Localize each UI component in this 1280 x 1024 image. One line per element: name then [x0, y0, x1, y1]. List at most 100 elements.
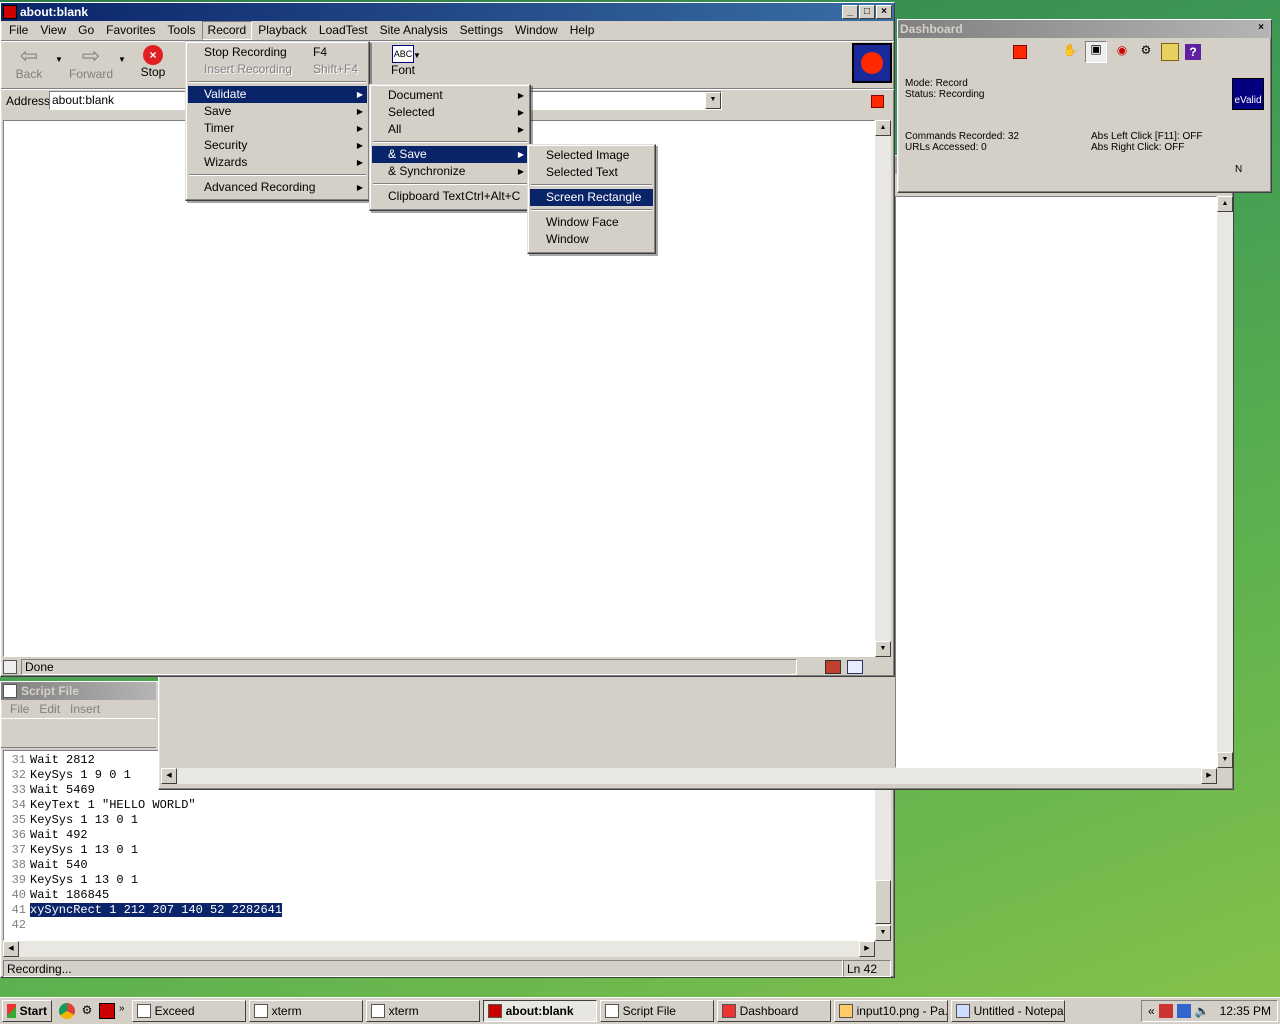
- properties-icon[interactable]: ⚙: [1137, 43, 1155, 61]
- menu-tools[interactable]: Tools: [162, 22, 202, 39]
- task-dashboard[interactable]: Dashboard: [716, 1000, 831, 1022]
- task-xterm-1[interactable]: xterm: [248, 1000, 363, 1022]
- record-indicator-icon[interactable]: [852, 43, 892, 83]
- task-about-blank[interactable]: about:blank: [482, 1000, 597, 1022]
- help-icon[interactable]: ?: [1185, 44, 1201, 60]
- tray-app-icon[interactable]: [1158, 1004, 1173, 1018]
- main-title-bar[interactable]: about:blank _ □ ×: [1, 3, 894, 21]
- record-menu-stop-recording[interactable]: Stop Recording F4: [188, 44, 367, 61]
- quicklaunch-more-icon[interactable]: »: [119, 1003, 125, 1019]
- record-menu-validate[interactable]: Validate ▶: [188, 86, 367, 103]
- menu-help[interactable]: Help: [564, 22, 601, 39]
- tray-network-icon[interactable]: [1176, 1004, 1191, 1018]
- script-menu-file[interactable]: File: [5, 702, 34, 716]
- menu-settings[interactable]: Settings: [454, 22, 509, 39]
- main-vscroll-up[interactable]: ▲: [875, 120, 891, 136]
- main-close-button[interactable]: ×: [876, 5, 892, 19]
- record-menu-insert-recording: Insert Recording Shift+F4: [188, 61, 367, 78]
- main-vscroll[interactable]: ▲ ▼: [875, 120, 891, 657]
- save-menu-selected-image[interactable]: Selected Image: [530, 147, 653, 164]
- forward-dropdown-icon[interactable]: ▼: [118, 55, 126, 64]
- task-notepad[interactable]: Untitled - Notepad: [950, 1000, 1065, 1022]
- save-menu-screen-rectangle[interactable]: Screen Rectangle: [530, 189, 653, 206]
- validate-menu-selected[interactable]: Selected ▶: [372, 104, 528, 121]
- settings-icon[interactable]: ⚙: [79, 1003, 95, 1019]
- task-script-file[interactable]: Script File: [599, 1000, 714, 1022]
- dashboard-title-bar[interactable]: Dashboard ×: [898, 20, 1271, 38]
- script-menu-insert[interactable]: Insert: [65, 702, 105, 716]
- secondary-hscroll-left[interactable]: ◀: [161, 768, 177, 784]
- line-number: 41: [11, 903, 26, 917]
- validate-menu-separator: [373, 141, 527, 143]
- address-dropdown-icon[interactable]: ▼: [705, 92, 721, 109]
- blank-icon[interactable]: [1033, 42, 1055, 62]
- task-xterm-2[interactable]: xterm: [365, 1000, 480, 1022]
- script-toolbar: [1, 718, 156, 748]
- evalid-quick-icon[interactable]: [99, 1003, 115, 1019]
- secondary-vscroll-up[interactable]: ▲: [1217, 196, 1233, 212]
- record-menu-save[interactable]: Save ▶: [188, 103, 367, 120]
- stop-record-icon[interactable]: [1013, 45, 1027, 59]
- submenu-arrow-icon: ▶: [517, 91, 524, 100]
- hand-icon[interactable]: ✋: [1061, 43, 1079, 61]
- task-paint[interactable]: input10.png - Pa...: [833, 1000, 948, 1022]
- menu-view[interactable]: View: [34, 22, 72, 39]
- line-text: KeySys 1 13 0 1: [30, 873, 139, 887]
- save-menu-window[interactable]: Window: [530, 231, 653, 248]
- stop-button[interactable]: × Stop: [135, 45, 171, 79]
- script-hscroll[interactable]: ◀ ▶: [3, 941, 875, 957]
- validate-menu-all[interactable]: All ▶: [372, 121, 528, 138]
- save-menu-selected-text[interactable]: Selected Text: [530, 164, 653, 181]
- window-icon[interactable]: ▣: [1085, 41, 1107, 63]
- line-number: 34: [11, 798, 26, 812]
- menu-site-analysis[interactable]: Site Analysis: [374, 22, 454, 39]
- main-minimize-button[interactable]: _: [842, 5, 858, 19]
- validate-menu-synchronize[interactable]: & Synchronize ▶: [372, 163, 528, 180]
- main-vscroll-down[interactable]: ▼: [875, 641, 891, 657]
- tray-volume-icon[interactable]: 🔈: [1195, 1004, 1210, 1018]
- main-maximize-button[interactable]: □: [859, 5, 875, 19]
- font-dropdown-icon[interactable]: ▼: [413, 51, 421, 60]
- script-hscroll-right[interactable]: ▶: [859, 941, 875, 957]
- record-menu-security[interactable]: Security ▶: [188, 137, 367, 154]
- save-menu-window-face[interactable]: Window Face: [530, 214, 653, 231]
- font-button[interactable]: ABC Font: [385, 45, 421, 77]
- menu-window[interactable]: Window: [509, 22, 564, 39]
- tray-expand-icon[interactable]: «: [1148, 1004, 1155, 1018]
- menu-loadtest[interactable]: LoadTest: [313, 22, 374, 39]
- address-label: Address: [6, 94, 51, 108]
- secondary-hscroll[interactable]: ◀ ▶: [161, 768, 1217, 784]
- forward-button[interactable]: ⇨ Forward: [69, 45, 113, 82]
- record-menu-wizards[interactable]: Wizards ▶: [188, 154, 367, 171]
- script-title-bar[interactable]: Script File: [1, 682, 156, 700]
- dashboard-close-button[interactable]: ×: [1253, 22, 1269, 36]
- secondary-hscroll-right[interactable]: ▶: [1201, 768, 1217, 784]
- line-text: Wait 2812: [30, 753, 95, 767]
- record-menu-advanced-recording[interactable]: Advanced Recording ▶: [188, 179, 367, 196]
- back-dropdown-icon[interactable]: ▼: [55, 55, 63, 64]
- validate-menu-document[interactable]: Document ▶: [372, 87, 528, 104]
- script-menu-edit[interactable]: Edit: [34, 702, 65, 716]
- menu-record[interactable]: Record: [201, 21, 253, 40]
- validate-menu-save[interactable]: & Save ▶: [372, 146, 528, 163]
- notepad-icon: [955, 1004, 970, 1018]
- task-exceed[interactable]: Exceed: [131, 1000, 246, 1022]
- stop-small-icon[interactable]: [871, 95, 884, 108]
- secondary-vscroll-down[interactable]: ▼: [1217, 752, 1233, 768]
- menu-favorites[interactable]: Favorites: [100, 22, 161, 39]
- validate-menu-clipboard-text[interactable]: Clipboard Text Ctrl+Alt+C: [372, 188, 528, 205]
- script-vscroll-thumb[interactable]: [875, 880, 891, 924]
- record-menu-timer[interactable]: Timer ▶: [188, 120, 367, 137]
- menu-go[interactable]: Go: [72, 22, 100, 39]
- record-window-icon[interactable]: ◉: [1113, 43, 1131, 61]
- chrome-icon[interactable]: [59, 1003, 75, 1019]
- quicklaunch: ⚙ »: [55, 1003, 129, 1019]
- script-hscroll-left[interactable]: ◀: [3, 941, 19, 957]
- back-button[interactable]: ⇦ Back: [9, 45, 49, 82]
- start-button[interactable]: Start: [2, 1000, 52, 1022]
- script-vscroll-down[interactable]: ▼: [875, 925, 891, 941]
- menu-playback[interactable]: Playback: [252, 22, 313, 39]
- secondary-vscroll[interactable]: ▲ ▼: [1217, 196, 1233, 768]
- folder-icon[interactable]: [1161, 43, 1179, 61]
- menu-file[interactable]: File: [3, 22, 34, 39]
